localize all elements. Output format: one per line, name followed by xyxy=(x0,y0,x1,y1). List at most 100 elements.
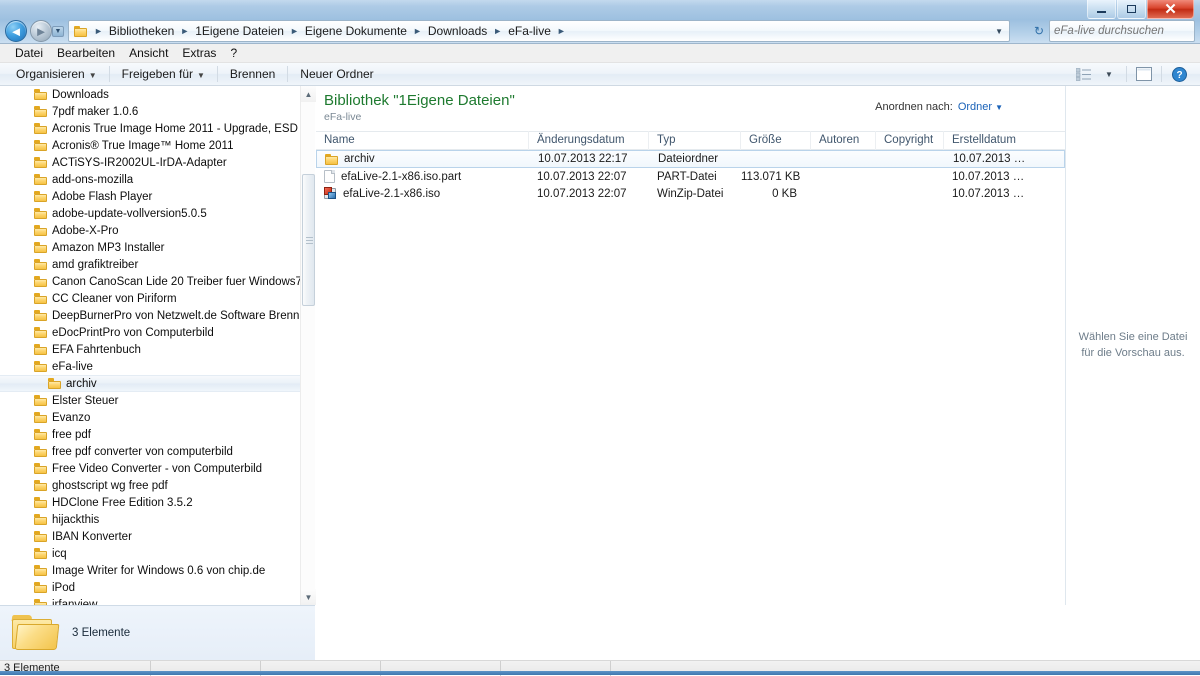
sidebar-item-icq[interactable]: icq xyxy=(0,545,314,562)
new-folder-button[interactable]: Neuer Ordner xyxy=(292,65,381,83)
navigation-scrollbar[interactable]: ▲ ▼ xyxy=(300,86,315,605)
sidebar-item-label: Free Video Converter - von Computerbild xyxy=(52,463,262,475)
minimize-button[interactable] xyxy=(1087,0,1116,19)
chevron-down-icon: ▼ xyxy=(305,593,313,602)
sidebar-item-cc-cleaner-von-piriform[interactable]: CC Cleaner von Piriform xyxy=(0,290,314,307)
menu-item-bearbeiten[interactable]: Bearbeiten xyxy=(50,44,122,62)
column-header-gr-e[interactable]: Größe xyxy=(741,131,811,150)
command-bar: Organisieren▼ Freigeben für▼ Brennen Neu… xyxy=(0,63,1200,86)
sidebar-item-deepburnerpro-von-netzwelt-de-software-brennprogramm[interactable]: DeepBurnerPro von Netzwelt.de Software B… xyxy=(0,307,314,324)
sidebar-item-label: 7pdf maker 1.0.6 xyxy=(52,106,138,118)
scroll-up-button[interactable]: ▲ xyxy=(301,86,316,102)
close-button[interactable]: ✕ xyxy=(1147,0,1194,19)
organize-button[interactable]: Organisieren▼ xyxy=(8,65,105,83)
window-body: Downloads 7pdf maker 1.0.6 Acronis True Im… xyxy=(0,86,1200,660)
sidebar-item-free-video-converter-von-computerbild[interactable]: Free Video Converter - von Computerbild xyxy=(0,460,314,477)
folder-icon xyxy=(34,565,47,576)
column-header-copyright[interactable]: Copyright xyxy=(876,131,944,150)
sidebar-item-actisys-ir2002ul-irda-adapter[interactable]: ACTiSYS-IR2002UL-IrDA-Adapter xyxy=(0,154,314,171)
sidebar-item-image-writer-for-windows-0-6-von-chip-de[interactable]: Image Writer for Windows 0.6 von chip.de xyxy=(0,562,314,579)
table-row[interactable]: efaLive-2.1-x86.iso10.07.2013 22:07WinZi… xyxy=(316,185,1065,202)
sidebar-item-7pdf-maker-1-0-6[interactable]: 7pdf maker 1.0.6 xyxy=(0,103,314,120)
sidebar-item-archiv[interactable]: archiv xyxy=(0,375,314,392)
sidebar-item-acronis-true-image-home-2011-upgrade-esd[interactable]: Acronis True Image Home 2011 - Upgrade, … xyxy=(0,120,314,137)
type-cell: WinZip-Datei xyxy=(649,188,741,200)
sidebar-item-hijackthis[interactable]: hijackthis xyxy=(0,511,314,528)
column-header-name[interactable]: Name xyxy=(316,131,529,150)
column-header-erstelldatum[interactable]: Erstelldatum xyxy=(944,131,1034,150)
sidebar-item-free-pdf-converter-von-computerbild[interactable]: free pdf converter von computerbild xyxy=(0,443,314,460)
column-header--nderungsdatum[interactable]: Änderungsdatum xyxy=(529,131,649,150)
sidebar-item-acronis-true-image-home-2011[interactable]: Acronis® True Image™ Home 2011 xyxy=(0,137,314,154)
breadcrumb-separator[interactable]: ► xyxy=(490,26,505,36)
refresh-button[interactable]: ↻ xyxy=(1030,22,1048,40)
breadcrumb[interactable]: ► Bibliotheken ► 1Eigene Dateien ► Eigen… xyxy=(68,20,1010,42)
search-box[interactable] xyxy=(1049,20,1195,42)
preview-pane-icon[interactable] xyxy=(1131,65,1157,84)
menu-item-datei[interactable]: Datei xyxy=(8,44,50,62)
chevron-down-icon[interactable]: ▼ xyxy=(995,103,1003,112)
help-icon[interactable]: ? xyxy=(1166,65,1192,84)
menu-item-help[interactable]: ? xyxy=(223,44,244,62)
maximize-button[interactable] xyxy=(1117,0,1146,19)
sidebar-item-label: Canon CanoScan Lide 20 Treiber fuer Wind… xyxy=(52,276,302,288)
burn-button[interactable]: Brennen xyxy=(222,65,283,83)
sidebar-item-iban-konverter[interactable]: IBAN Konverter xyxy=(0,528,314,545)
breadcrumb-item-1[interactable]: 1Eigene Dateien xyxy=(192,23,287,39)
share-with-button[interactable]: Freigeben für▼ xyxy=(114,65,213,83)
sidebar-item-add-ons-mozilla[interactable]: add-ons-mozilla xyxy=(0,171,314,188)
sidebar-item-irfanview[interactable]: irfanview xyxy=(0,596,314,605)
sidebar-item-free-pdf[interactable]: free pdf xyxy=(0,426,314,443)
sidebar-item-adobe-flash-player[interactable]: Adobe Flash Player xyxy=(0,188,314,205)
breadcrumb-separator[interactable]: ► xyxy=(91,26,106,36)
recent-locations-button[interactable]: ▼ xyxy=(52,26,64,37)
sidebar-item-evanzo[interactable]: Evanzo xyxy=(0,409,314,426)
breadcrumb-item-2[interactable]: Eigene Dokumente xyxy=(302,23,410,39)
command-separator xyxy=(1161,66,1162,82)
sidebar-item-amazon-mp3-installer[interactable]: Amazon MP3 Installer xyxy=(0,239,314,256)
breadcrumb-item-0[interactable]: Bibliotheken xyxy=(106,23,177,39)
command-bar-right: ▼ ? xyxy=(1070,65,1200,84)
sidebar-item-canon-canoscan-lide-20-treiber-fuer-windows7[interactable]: Canon CanoScan Lide 20 Treiber fuer Wind… xyxy=(0,273,314,290)
breadcrumb-separator[interactable]: ► xyxy=(177,26,192,36)
breadcrumb-item-4[interactable]: eFa-live xyxy=(505,23,554,39)
breadcrumb-separator[interactable]: ► xyxy=(410,26,425,36)
column-header-autoren[interactable]: Autoren xyxy=(811,131,876,150)
command-separator xyxy=(217,66,218,82)
sidebar-item-elster-steuer[interactable]: Elster Steuer xyxy=(0,392,314,409)
sidebar-item-edocprintpro-von-computerbild[interactable]: eDocPrintPro von Computerbild xyxy=(0,324,314,341)
column-header-typ[interactable]: Typ xyxy=(649,131,741,150)
file-name-label: efaLive-2.1-x86.iso.part xyxy=(341,171,461,183)
sidebar-item-label: Adobe-X-Pro xyxy=(52,225,118,237)
table-row[interactable]: archiv10.07.2013 22:17Dateiordner10.07.2… xyxy=(316,150,1065,168)
breadcrumb-item-3[interactable]: Downloads xyxy=(425,23,490,39)
breadcrumb-dropdown-icon[interactable]: ▼ xyxy=(995,27,1007,36)
sidebar-item-adobe-x-pro[interactable]: Adobe-X-Pro xyxy=(0,222,314,239)
sidebar-item-adobe-update-vollversion5-0-5[interactable]: adobe-update-vollversion5.0.5 xyxy=(0,205,314,222)
sidebar-item-ghostscript-wg-free-pdf[interactable]: ghostscript wg free pdf xyxy=(0,477,314,494)
arrange-by-value[interactable]: Ordner xyxy=(958,101,992,113)
view-dropdown-button[interactable]: ▼ xyxy=(1096,65,1122,84)
sidebar-item-efa-live[interactable]: eFa-live xyxy=(0,358,314,375)
sidebar-item-amd-grafiktreiber[interactable]: amd grafiktreiber xyxy=(0,256,314,273)
breadcrumb-separator[interactable]: ► xyxy=(554,26,569,36)
table-row[interactable]: efaLive-2.1-x86.iso.part10.07.2013 22:07… xyxy=(316,168,1065,185)
list-view-icon[interactable] xyxy=(1070,65,1096,84)
scrollbar-thumb[interactable] xyxy=(302,174,315,306)
menu-item-ansicht[interactable]: Ansicht xyxy=(122,44,175,62)
folder-icon xyxy=(34,106,47,117)
sidebar-item-hdclone-free-edition-3-5-2[interactable]: HDClone Free Edition 3.5.2 xyxy=(0,494,314,511)
sidebar-item-ipod[interactable]: iPod xyxy=(0,579,314,596)
search-input[interactable] xyxy=(1054,25,1200,37)
sidebar-item-label: eDocPrintPro von Computerbild xyxy=(52,327,214,339)
sidebar-item-efa-fahrtenbuch[interactable]: EFA Fahrtenbuch xyxy=(0,341,314,358)
menu-item-extras[interactable]: Extras xyxy=(175,44,223,62)
back-button[interactable]: ◄ xyxy=(5,20,27,42)
scroll-down-button[interactable]: ▼ xyxy=(301,589,316,605)
breadcrumb-separator[interactable]: ► xyxy=(287,26,302,36)
sidebar-item-downloads[interactable]: Downloads xyxy=(0,86,314,103)
column-header-row: NameÄnderungsdatumTypGrößeAutorenCopyrig… xyxy=(316,131,1065,150)
forward-button[interactable]: ► xyxy=(30,20,52,42)
navigation-pane[interactable]: Downloads 7pdf maker 1.0.6 Acronis True Im… xyxy=(0,86,315,605)
sidebar-item-label: archiv xyxy=(66,378,97,390)
